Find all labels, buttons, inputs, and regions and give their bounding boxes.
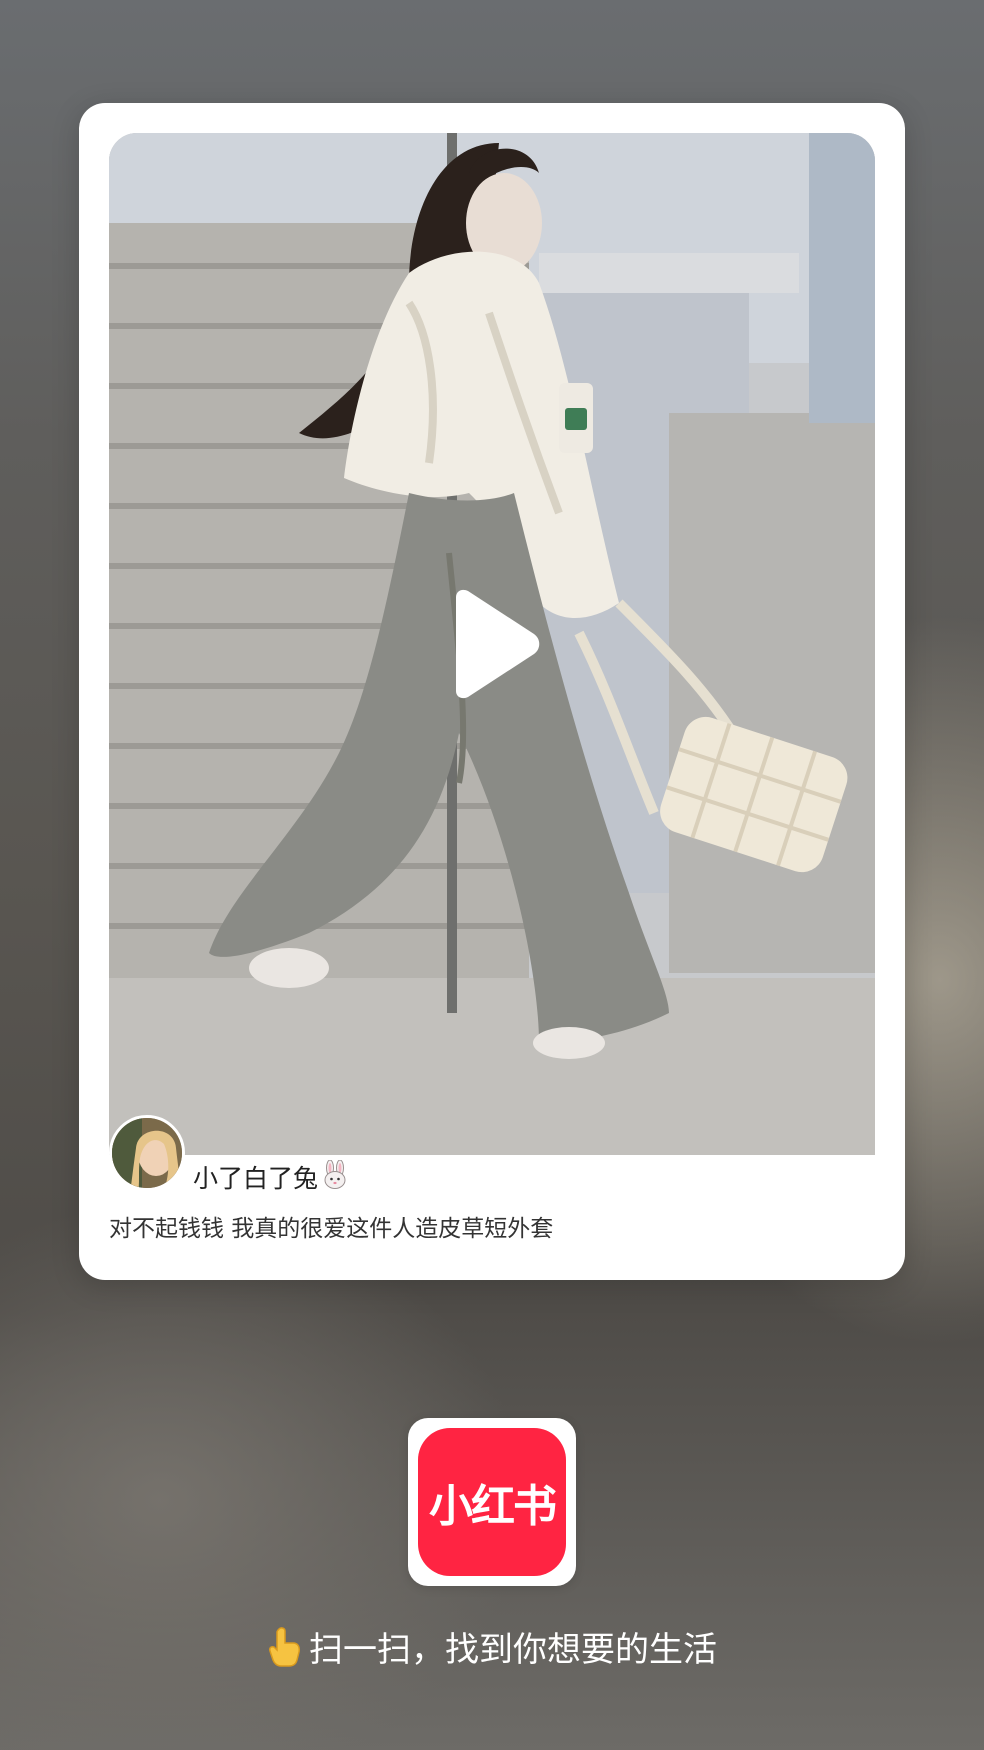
author-avatar[interactable] (109, 1115, 185, 1191)
author-name-text: 小了白了兔 (193, 1164, 319, 1193)
author-name[interactable]: 小了白了兔 (193, 1159, 350, 1195)
post-caption: 对不起钱钱 我真的很爱这件人造皮草短外套 (109, 1216, 554, 1242)
pointing-hand-icon (269, 1627, 300, 1667)
scan-tip: 扫一扫，找到你想要的生活 (0, 1622, 984, 1671)
app-logo-frame: 小红书 (408, 1418, 576, 1586)
avatar-image (112, 1118, 182, 1188)
video-cover[interactable] (109, 133, 875, 1155)
rabbit-icon (324, 1160, 346, 1189)
post-share-card: 小了白了兔 对不起钱钱 我真的很爱这件人造皮草短外套 (79, 103, 905, 1280)
scan-tip-text: 扫一扫，找到你想要的生活 (309, 1630, 717, 1670)
play-icon[interactable] (442, 589, 542, 699)
app-logo: 小红书 (418, 1428, 566, 1576)
